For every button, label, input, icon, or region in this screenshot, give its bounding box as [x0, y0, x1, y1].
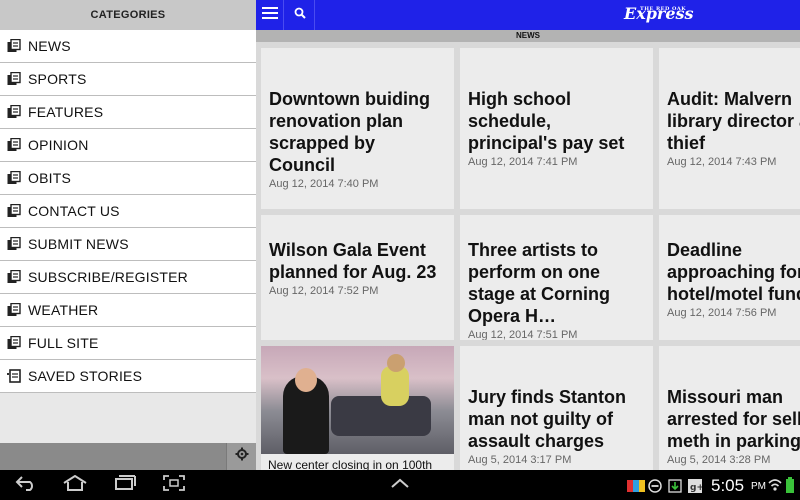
- document-icon: [7, 303, 21, 317]
- category-item-saved-stories[interactable]: SAVED STORIES: [0, 360, 256, 393]
- article-card[interactable]: Three artists to perform on one stage at…: [460, 215, 653, 340]
- recent-apps-icon: [114, 474, 136, 496]
- category-label: SAVED STORIES: [28, 368, 143, 384]
- document-icon: [7, 237, 21, 251]
- search-button[interactable]: [285, 0, 315, 30]
- category-label: SUBSCRIBE/REGISTER: [28, 269, 188, 285]
- article-date: Aug 12, 2014 7:51 PM: [468, 329, 578, 340]
- clock-ampm: PM: [751, 481, 766, 492]
- category-label: NEWS: [28, 38, 71, 54]
- home-button[interactable]: [62, 474, 88, 496]
- drawer-header: CATEGORIES: [0, 0, 256, 30]
- article-title: Wilson Gala Event planned for Aug. 23: [269, 240, 437, 282]
- notification-app-icon[interactable]: [627, 479, 645, 498]
- category-item-sports[interactable]: SPORTS: [0, 63, 256, 96]
- article-photo: [261, 346, 454, 454]
- main-content: THE RED OAK Express NEWS Downtown buidin…: [256, 0, 800, 470]
- document-icon: [7, 204, 21, 218]
- back-arrow-icon: [14, 475, 38, 496]
- svg-text:g+: g+: [690, 483, 702, 493]
- article-date: Aug 12, 2014 7:43 PM: [667, 156, 777, 168]
- document-icon: [7, 138, 21, 152]
- article-date: Aug 12, 2014 7:40 PM: [269, 178, 379, 190]
- download-icon[interactable]: [668, 479, 682, 498]
- category-item-opinion[interactable]: OPINION: [0, 129, 256, 162]
- search-icon: [294, 6, 306, 24]
- logo-small-text: THE RED OAK: [640, 6, 687, 12]
- category-item-weather[interactable]: WEATHER: [0, 294, 256, 327]
- document-icon: [7, 171, 21, 185]
- category-label: SUBMIT NEWS: [28, 236, 129, 252]
- article-card[interactable]: Audit: Malvern library director a thief A…: [659, 48, 800, 209]
- screenshot-button[interactable]: [163, 474, 185, 496]
- chevron-up-icon: [390, 476, 410, 494]
- category-label: FULL SITE: [28, 335, 99, 351]
- category-item-subscribe-register[interactable]: SUBSCRIBE/REGISTER: [0, 261, 256, 294]
- article-card[interactable]: Missouri man arrested for selling meth i…: [659, 346, 800, 470]
- show-keyboard-button[interactable]: [390, 477, 410, 493]
- system-bar: g+ 5:05 PM: [0, 470, 800, 500]
- category-label: OPINION: [28, 137, 89, 153]
- category-list: NEWS SPORTS FEATURES OPINION OBITS CONTACT US…: [0, 30, 256, 393]
- article-title: Downtown buiding renovation plan scrappe…: [269, 89, 430, 175]
- document-icon: [7, 336, 21, 350]
- menu-button[interactable]: [256, 0, 284, 30]
- article-date: Aug 5, 2014 3:17 PM: [468, 454, 572, 466]
- article-date: Aug 12, 2014 7:56 PM: [667, 307, 777, 319]
- do-not-disturb-icon[interactable]: [648, 479, 662, 498]
- article-title: Missouri man arrested for selling meth i…: [667, 387, 800, 451]
- category-item-features[interactable]: FEATURES: [0, 96, 256, 129]
- article-date: Aug 12, 2014 7:41 PM: [468, 156, 578, 168]
- category-label: SPORTS: [28, 71, 87, 87]
- category-label: WEATHER: [28, 302, 99, 318]
- document-icon: [7, 270, 21, 284]
- drawer-footer: [0, 443, 256, 470]
- category-item-news[interactable]: NEWS: [0, 30, 256, 63]
- google-plus-icon[interactable]: g+: [688, 479, 704, 498]
- article-card[interactable]: Downtown buiding renovation plan scrappe…: [261, 48, 454, 209]
- home-icon: [62, 474, 88, 496]
- back-button[interactable]: [14, 475, 38, 496]
- categories-drawer: CATEGORIES NEWS SPORTS FEATURES OPINION OBIT…: [0, 0, 256, 470]
- settings-button[interactable]: [226, 443, 256, 470]
- gear-icon: [235, 447, 249, 466]
- article-title: Deadline approaching for hotel/motel fun…: [667, 240, 800, 304]
- category-label: OBITS: [28, 170, 72, 186]
- document-icon: [7, 39, 21, 53]
- article-title: High school schedule, principal's pay se…: [468, 89, 625, 153]
- category-label: CONTACT US: [28, 203, 120, 219]
- top-bar: THE RED OAK Express: [256, 0, 800, 30]
- article-card[interactable]: Jury finds Stanton man not guilty of ass…: [460, 346, 653, 470]
- article-card[interactable]: High school schedule, principal's pay se…: [460, 48, 653, 209]
- article-caption: New center closing in on 100th: [261, 454, 454, 470]
- screenshot-icon: [163, 474, 185, 496]
- category-label: FEATURES: [28, 104, 104, 120]
- battery-icon: [786, 477, 794, 498]
- wifi-icon: [768, 478, 782, 497]
- recent-apps-button[interactable]: [114, 474, 136, 496]
- newspaper-logo[interactable]: THE RED OAK Express: [624, 6, 694, 22]
- document-icon: [7, 72, 21, 86]
- article-card[interactable]: New center closing in on 100th: [261, 346, 454, 470]
- clock: 5:05: [711, 476, 745, 495]
- saved-document-icon: [7, 369, 21, 383]
- section-title: NEWS: [256, 30, 800, 42]
- article-title: Audit: Malvern library director a thief: [667, 89, 800, 153]
- category-item-contact-us[interactable]: CONTACT US: [0, 195, 256, 228]
- article-card[interactable]: Deadline approaching for hotel/motel fun…: [659, 215, 800, 340]
- article-date: Aug 12, 2014 7:52 PM: [269, 285, 379, 297]
- hamburger-icon: [261, 6, 278, 24]
- article-card[interactable]: Wilson Gala Event planned for Aug. 23 Aug…: [261, 215, 454, 340]
- category-item-obits[interactable]: OBITS: [0, 162, 256, 195]
- article-date: Aug 5, 2014 3:28 PM: [667, 454, 771, 466]
- category-item-full-site[interactable]: FULL SITE: [0, 327, 256, 360]
- article-title: Jury finds Stanton man not guilty of ass…: [468, 387, 627, 451]
- article-title: Three artists to perform on one stage at…: [468, 240, 611, 326]
- category-item-submit-news[interactable]: SUBMIT NEWS: [0, 228, 256, 261]
- document-icon: [7, 105, 21, 119]
